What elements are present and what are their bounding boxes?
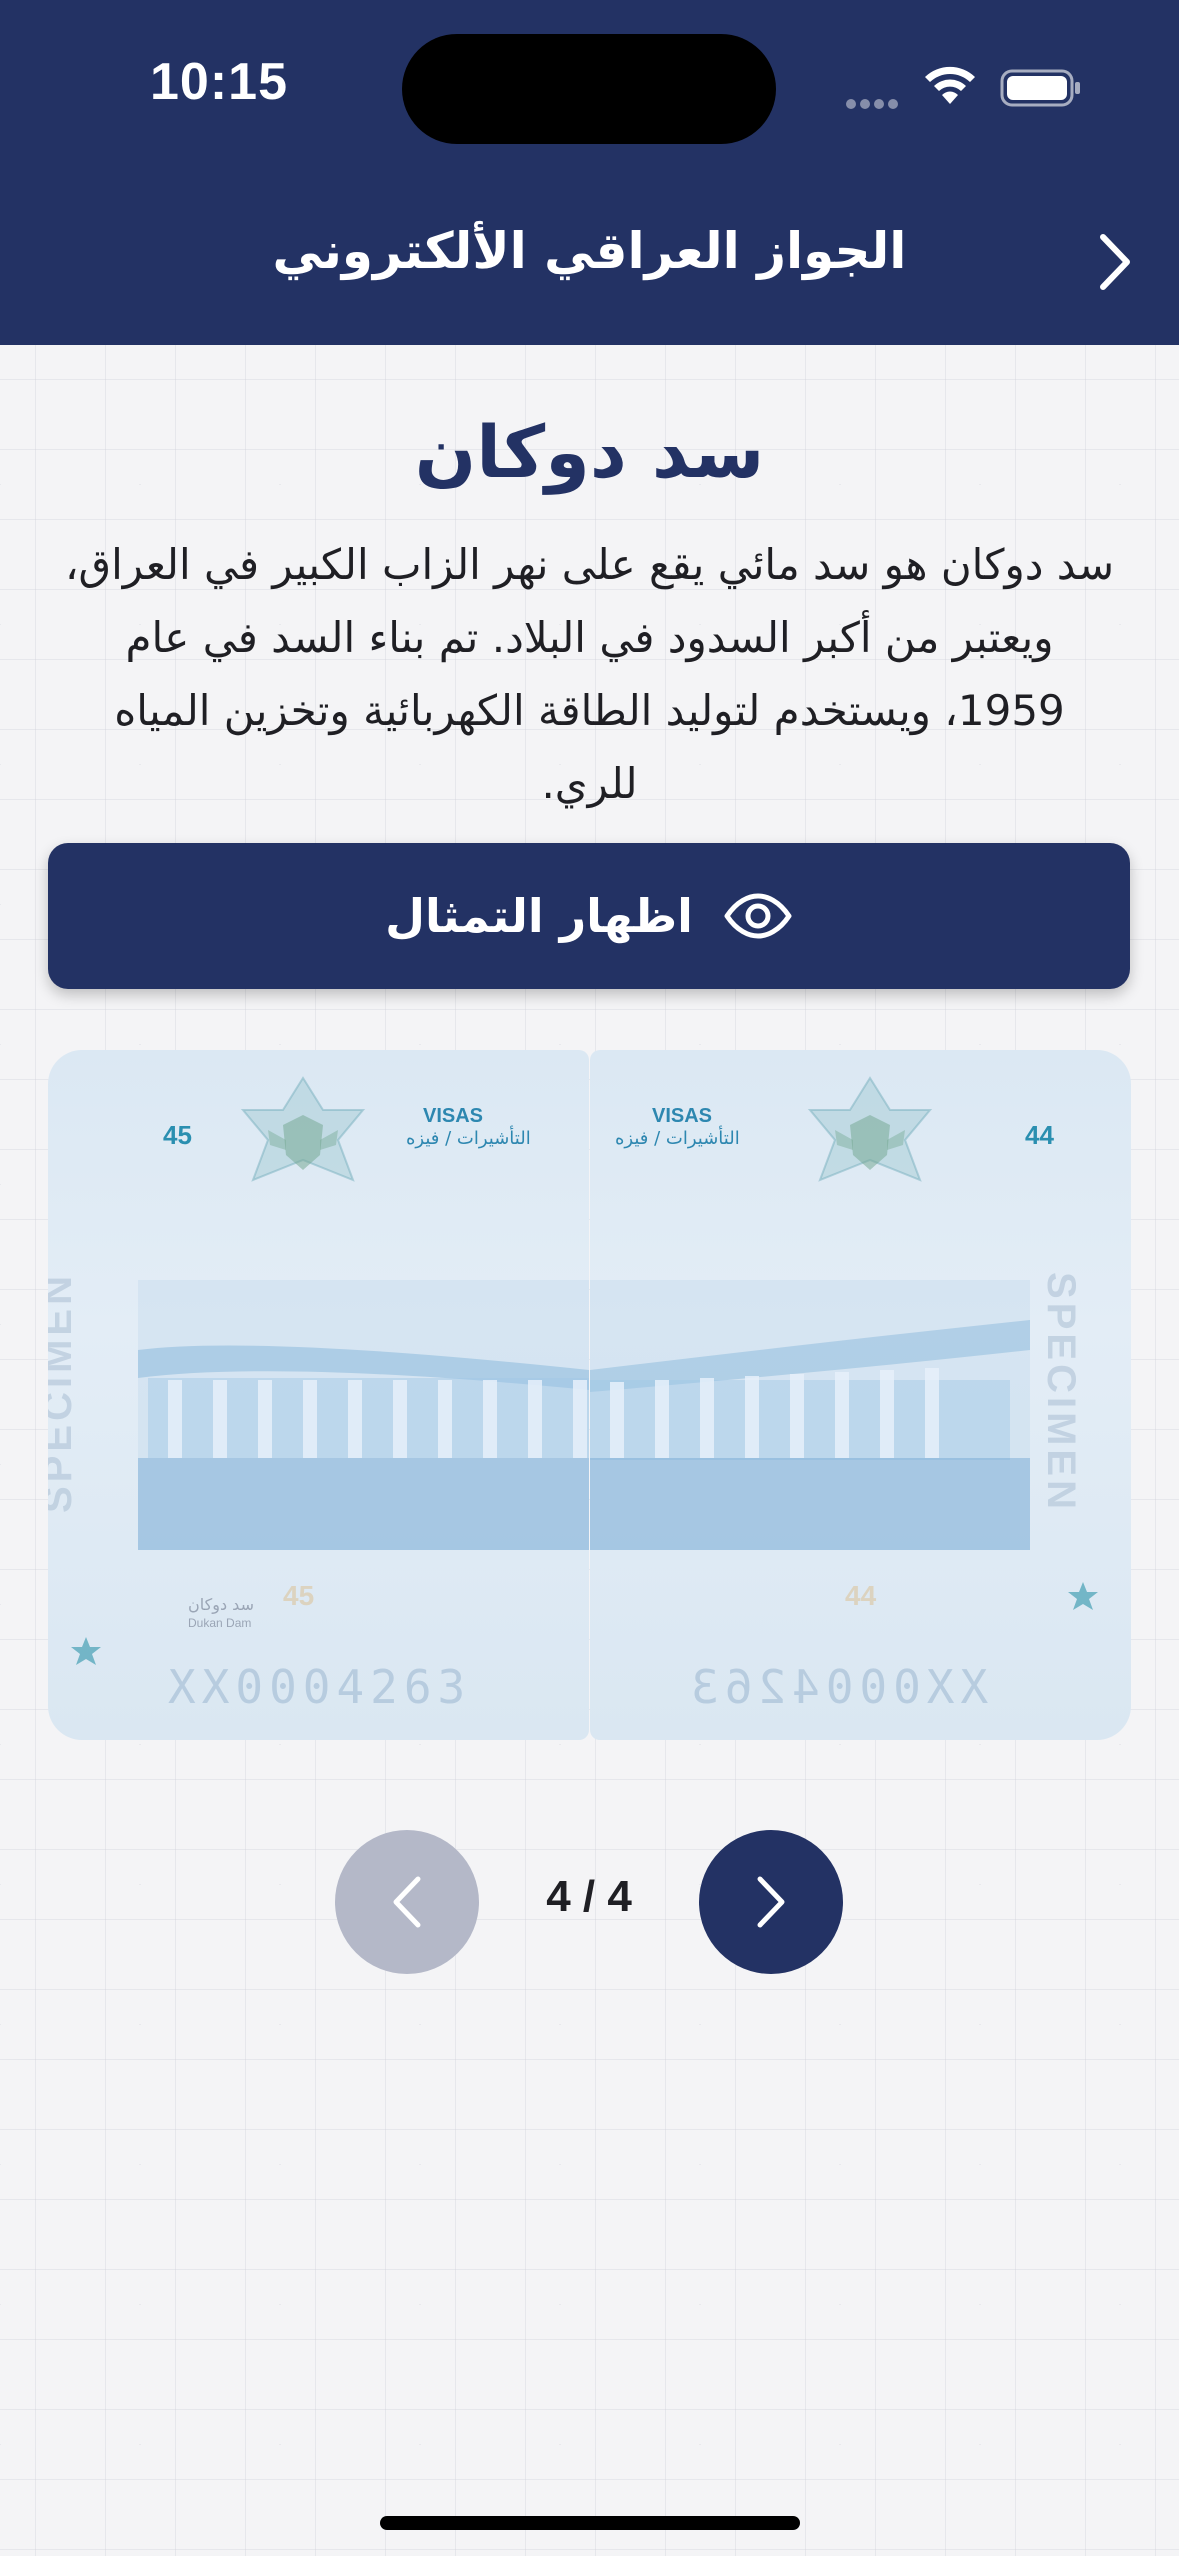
visas-label-en: VISAS: [652, 1105, 713, 1127]
page-number: 45: [163, 1120, 192, 1150]
dynamic-island: [402, 34, 776, 144]
chevron-right-icon: [1100, 234, 1130, 290]
battery-icon: [1000, 69, 1080, 107]
visas-label-en: VISAS: [423, 1105, 484, 1127]
next-page-button[interactable]: [699, 1830, 843, 1974]
wifi-icon: [925, 66, 975, 104]
chevron-right-icon: [757, 1876, 785, 1928]
passport-right-page: VISAS التأشيرات / فيزه 44 SPECIMEN 44 XX…: [590, 1050, 1131, 1740]
header-title: الجواز العراقي الألكتروني: [272, 222, 907, 280]
star-badge-icon: [71, 1637, 101, 1665]
show-statue-button[interactable]: اظهار التمثال: [48, 843, 1130, 989]
eagle-emblem-icon: [807, 1076, 933, 1182]
home-indicator[interactable]: [380, 2516, 800, 2530]
show-statue-button-label: اظهار التمثال: [385, 889, 693, 943]
specimen-watermark: SPECIMEN: [48, 1272, 80, 1513]
mrz-perforation: XX0004263: [685, 1660, 989, 1714]
landmark-title: سد دوكان: [414, 410, 765, 494]
signal-icon: [846, 94, 906, 109]
dam-illustration: [138, 1280, 589, 1550]
dam-illustration: [590, 1280, 1030, 1550]
ghost-page-number: 44: [845, 1580, 877, 1611]
chevron-left-icon: [393, 1876, 421, 1928]
mrz-perforation: XX0004263: [168, 1660, 472, 1714]
previous-page-button[interactable]: [335, 1830, 479, 1974]
passport-page-image: 45 VISAS التأشيرات / فيزه SPECIMEN سد دو…: [48, 1050, 1131, 1740]
image-caption-en: Dukan Dam: [188, 1616, 252, 1630]
passport-left-page: 45 VISAS التأشيرات / فيزه SPECIMEN سد دو…: [48, 1050, 589, 1740]
eye-icon: [724, 893, 792, 939]
star-badge-icon: [1068, 1582, 1098, 1610]
app-header: 10:15 الجواز العراقي الألكتروني: [0, 0, 1179, 345]
image-caption-ar: سد دوكان: [188, 1595, 254, 1614]
page-number: 44: [1025, 1120, 1054, 1150]
visas-label-ar: التأشيرات / فيزه: [615, 1128, 740, 1149]
visas-label-ar: التأشيرات / فيزه: [406, 1128, 531, 1149]
ghost-page-number: 45: [283, 1580, 315, 1611]
eagle-emblem-icon: [240, 1076, 366, 1182]
page-counter: 4 / 4: [546, 1872, 632, 1921]
landmark-description: سد دوكان هو سد مائي يقع على نهر الزاب ال…: [64, 540, 1115, 808]
back-button[interactable]: [1080, 222, 1150, 302]
status-bar-time: 10:15: [150, 53, 288, 111]
specimen-watermark: SPECIMEN: [1038, 1272, 1083, 1513]
